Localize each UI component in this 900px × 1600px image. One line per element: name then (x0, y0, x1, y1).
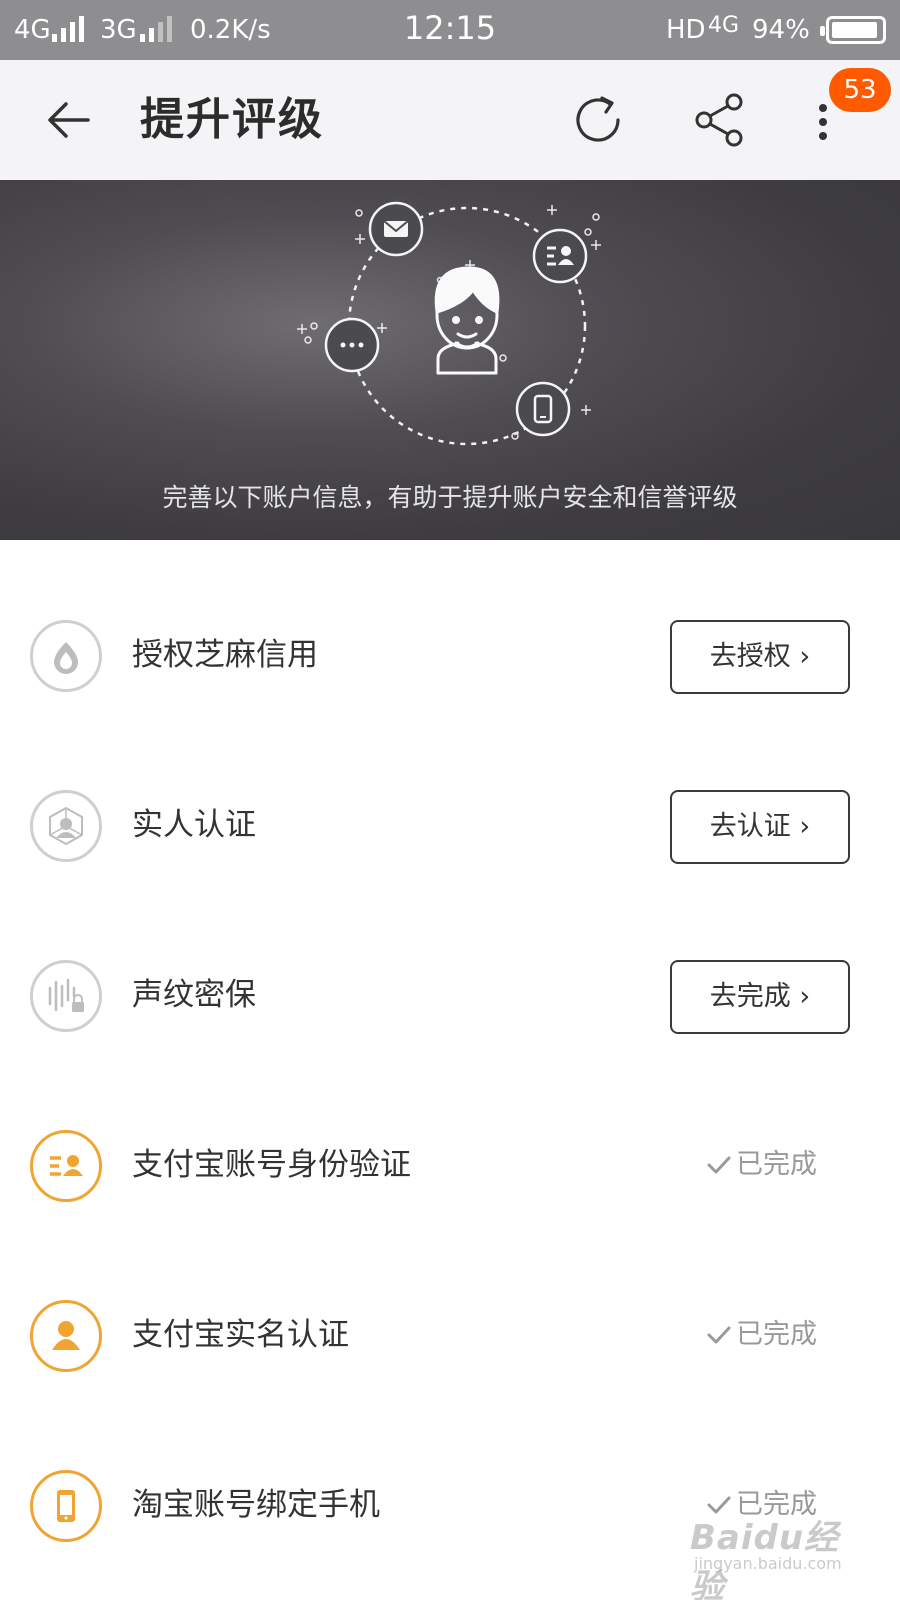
verify-button[interactable]: 去认证 › (670, 790, 850, 864)
avatar-icon (434, 266, 500, 375)
list-item-voiceprint: 声纹密保 去完成 › (0, 912, 900, 1082)
face-scan-icon (30, 790, 102, 862)
title-bar: 提升评级 (0, 60, 900, 180)
back-button[interactable] (40, 90, 100, 150)
authorize-button[interactable]: 去授权 › (670, 620, 850, 694)
item-label: 支付宝实名认证 (132, 1317, 349, 1353)
battery-percent: 94% (752, 15, 810, 45)
completed-status: 已完成 (706, 1140, 817, 1190)
item-label: 支付宝账号身份验证 (132, 1147, 411, 1183)
voiceprint-lock-icon (30, 960, 102, 1032)
list-item-sesame-credit: 授权芝麻信用 去授权 › (0, 572, 900, 742)
id-card-icon (532, 228, 588, 284)
notification-badge: 53 (829, 68, 891, 112)
refresh-icon (576, 96, 620, 142)
completed-label: 已完成 (736, 1149, 817, 1180)
hero-illustration (297, 201, 601, 446)
checkmark-icon (707, 1156, 731, 1174)
chat-icon (324, 317, 380, 373)
watermark-sub: jingyan.baidu.com (694, 1554, 842, 1573)
phone-icon (515, 381, 571, 437)
mail-icon (368, 201, 424, 257)
hero-banner: 完善以下账户信息，有助于提升账户安全和信誉评级 (0, 180, 900, 540)
status-bar: 4G 3G 0.2K/s 12:15 HD 4G 94% (0, 0, 900, 60)
page-title: 提升评级 (140, 94, 324, 145)
item-label: 实人认证 (132, 807, 256, 843)
network-type-right: 4G (708, 13, 740, 38)
baidu-watermark: Baidu经验 jingyan.baidu.com (690, 1510, 870, 1600)
battery-icon (820, 16, 886, 44)
completed-label: 已完成 (736, 1319, 817, 1350)
sesame-credit-icon (30, 620, 102, 692)
list-item-real-person-verification: 实人认证 去认证 › (0, 742, 900, 912)
phone-icon (30, 1470, 102, 1542)
list-item-alipay-identity: 支付宝账号身份验证 已完成 (0, 1082, 900, 1252)
completed-status: 已完成 (706, 1310, 817, 1360)
item-label: 授权芝麻信用 (132, 637, 318, 673)
complete-button[interactable]: 去完成 › (670, 960, 850, 1034)
person-icon (30, 1300, 102, 1372)
hd-label: HD (666, 15, 706, 45)
refresh-button[interactable] (570, 90, 630, 150)
share-icon (695, 93, 743, 147)
back-arrow-icon (48, 102, 90, 138)
item-label: 淘宝账号绑定手机 (132, 1487, 380, 1523)
checkmark-icon (707, 1326, 731, 1344)
id-card-icon (30, 1130, 102, 1202)
item-label: 声纹密保 (132, 977, 256, 1013)
list-item-alipay-real-name: 支付宝实名认证 已完成 (0, 1252, 900, 1422)
hero-caption: 完善以下账户信息，有助于提升账户安全和信誉评级 (162, 483, 738, 512)
share-button[interactable] (690, 90, 750, 150)
